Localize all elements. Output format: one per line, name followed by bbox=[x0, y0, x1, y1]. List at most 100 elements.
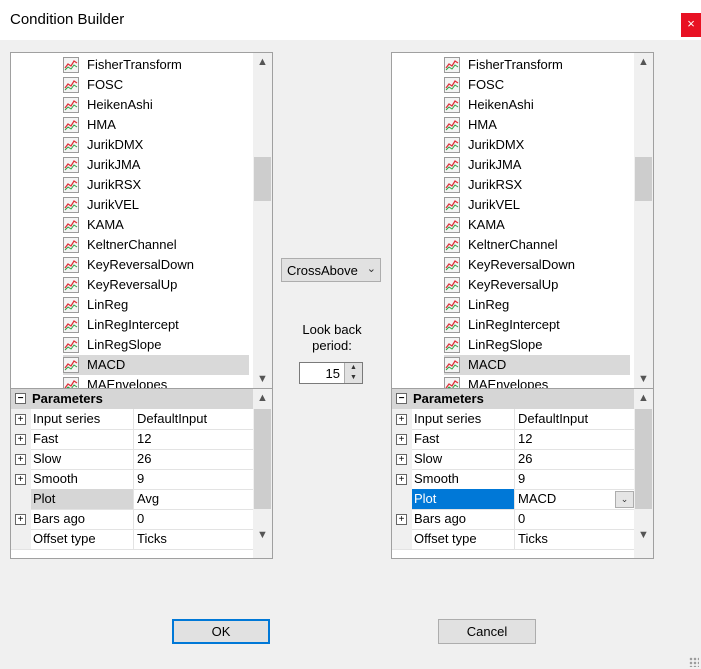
parameters-category-header[interactable]: − Parameters bbox=[11, 389, 253, 409]
parameter-value[interactable]: DefaultInput bbox=[516, 409, 636, 429]
right-indicator-item[interactable]: FisherTransform bbox=[444, 55, 630, 75]
parameter-row[interactable]: + Bars ago 0 bbox=[11, 509, 253, 530]
right-indicator-item[interactable]: KeyReversalUp bbox=[444, 275, 630, 295]
scroll-up-arrow-icon[interactable]: ▲ bbox=[253, 53, 272, 71]
right-grid-scrollbar[interactable]: ▲ ▼ bbox=[634, 389, 653, 558]
right-indicator-list[interactable]: FisherTransform FOSC HeikenAshi HMA JurikDMX… bbox=[391, 52, 654, 389]
expand-plus-icon[interactable]: + bbox=[396, 514, 407, 525]
parameter-value[interactable]: 0 bbox=[516, 509, 636, 529]
parameter-row[interactable]: + Input series DefaultInput bbox=[11, 409, 253, 430]
expand-plus-icon[interactable]: + bbox=[396, 474, 407, 485]
right-indicator-item[interactable]: JurikRSX bbox=[444, 175, 630, 195]
expand-plus-icon[interactable]: + bbox=[396, 414, 407, 425]
left-indicator-item[interactable]: LinRegIntercept bbox=[63, 315, 249, 335]
left-indicator-item[interactable]: KeyReversalUp bbox=[63, 275, 249, 295]
left-indicator-item[interactable]: KeyReversalDown bbox=[63, 255, 249, 275]
scroll-thumb[interactable] bbox=[254, 157, 271, 201]
parameter-row[interactable]: Offset type Ticks bbox=[11, 529, 253, 550]
parameter-row[interactable]: + Smooth 9 bbox=[11, 469, 253, 490]
left-indicator-item[interactable]: HMA bbox=[63, 115, 249, 135]
scroll-thumb[interactable] bbox=[254, 409, 271, 509]
scroll-down-arrow-icon[interactable]: ▼ bbox=[253, 526, 272, 544]
right-indicator-item[interactable]: HeikenAshi bbox=[444, 95, 630, 115]
parameter-value[interactable]: Ticks bbox=[516, 529, 636, 549]
scroll-thumb[interactable] bbox=[635, 409, 652, 509]
left-indicator-item[interactable]: LinReg bbox=[63, 295, 249, 315]
parameter-value[interactable]: 26 bbox=[135, 449, 255, 469]
right-indicator-item[interactable]: JurikDMX bbox=[444, 135, 630, 155]
expand-plus-icon[interactable]: + bbox=[15, 414, 26, 425]
right-indicator-item[interactable]: MACD bbox=[444, 355, 630, 375]
expand-plus-icon[interactable]: + bbox=[15, 454, 26, 465]
right-indicator-item[interactable]: KeyReversalDown bbox=[444, 255, 630, 275]
right-indicator-item[interactable]: MAEnvelopes bbox=[444, 375, 630, 388]
scroll-down-arrow-icon[interactable]: ▼ bbox=[634, 526, 653, 544]
condition-operator-dropdown[interactable]: CrossAbove ⌄ bbox=[281, 258, 381, 282]
parameter-row[interactable]: + Bars ago 0 bbox=[392, 509, 634, 530]
expand-plus-icon[interactable]: + bbox=[396, 454, 407, 465]
scroll-up-arrow-icon[interactable]: ▲ bbox=[634, 389, 653, 407]
resize-grip-icon[interactable] bbox=[689, 657, 699, 667]
expand-plus-icon[interactable]: + bbox=[15, 514, 26, 525]
expand-plus-icon[interactable]: + bbox=[15, 474, 26, 485]
parameter-row[interactable]: Plot Avg bbox=[11, 489, 253, 510]
right-indicator-item[interactable]: KeltnerChannel bbox=[444, 235, 630, 255]
parameter-value[interactable]: DefaultInput bbox=[135, 409, 255, 429]
parameter-row[interactable]: + Input series DefaultInput bbox=[392, 409, 634, 430]
scroll-down-arrow-icon[interactable]: ▼ bbox=[253, 370, 272, 388]
parameter-value[interactable]: 9 bbox=[516, 469, 636, 489]
right-indicator-item[interactable]: LinRegIntercept bbox=[444, 315, 630, 335]
scroll-down-arrow-icon[interactable]: ▼ bbox=[634, 370, 653, 388]
right-indicator-item[interactable]: KAMA bbox=[444, 215, 630, 235]
parameter-row[interactable]: + Slow 26 bbox=[392, 449, 634, 470]
left-indicator-item[interactable]: JurikDMX bbox=[63, 135, 249, 155]
left-indicator-item[interactable]: MAEnvelopes bbox=[63, 375, 249, 388]
spin-down-icon[interactable]: ▼ bbox=[344, 373, 362, 383]
collapse-minus-icon[interactable]: − bbox=[15, 393, 26, 404]
left-indicator-item[interactable]: JurikRSX bbox=[63, 175, 249, 195]
cancel-button[interactable]: Cancel bbox=[438, 619, 536, 644]
lookback-period-stepper[interactable]: 15 ▲ ▼ bbox=[299, 362, 363, 384]
left-grid-scrollbar[interactable]: ▲ ▼ bbox=[253, 389, 272, 558]
parameter-value[interactable]: MACD ⌄ bbox=[516, 489, 636, 509]
parameter-value[interactable]: Avg bbox=[135, 489, 255, 509]
parameter-value[interactable]: 12 bbox=[516, 429, 636, 449]
scroll-up-arrow-icon[interactable]: ▲ bbox=[253, 389, 272, 407]
ok-button[interactable]: OK bbox=[172, 619, 270, 644]
left-indicator-item[interactable]: HeikenAshi bbox=[63, 95, 249, 115]
left-indicator-item[interactable]: FisherTransform bbox=[63, 55, 249, 75]
parameters-category-header[interactable]: − Parameters bbox=[392, 389, 634, 409]
left-parameters-grid[interactable]: − Parameters + Input series DefaultInput + F… bbox=[10, 388, 273, 559]
left-indicator-item[interactable]: KeltnerChannel bbox=[63, 235, 249, 255]
parameter-value[interactable]: 12 bbox=[135, 429, 255, 449]
left-indicator-item[interactable]: LinRegSlope bbox=[63, 335, 249, 355]
right-indicator-item[interactable]: FOSC bbox=[444, 75, 630, 95]
collapse-minus-icon[interactable]: − bbox=[396, 393, 407, 404]
right-indicator-item[interactable]: JurikVEL bbox=[444, 195, 630, 215]
left-indicator-item[interactable]: MACD bbox=[63, 355, 249, 375]
right-indicator-item[interactable]: LinReg bbox=[444, 295, 630, 315]
left-list-scrollbar[interactable]: ▲ ▼ bbox=[253, 53, 272, 388]
left-indicator-item[interactable]: FOSC bbox=[63, 75, 249, 95]
expand-plus-icon[interactable]: + bbox=[396, 434, 407, 445]
parameter-row[interactable]: Plot MACD ⌄ bbox=[392, 489, 634, 510]
left-indicator-list[interactable]: FisherTransform FOSC HeikenAshi HMA JurikDMX… bbox=[10, 52, 273, 389]
close-button[interactable]: × bbox=[681, 13, 701, 37]
left-indicator-item[interactable]: JurikVEL bbox=[63, 195, 249, 215]
scroll-up-arrow-icon[interactable]: ▲ bbox=[634, 53, 653, 71]
parameter-value[interactable]: 0 bbox=[135, 509, 255, 529]
expand-plus-icon[interactable]: + bbox=[15, 434, 26, 445]
right-indicator-item[interactable]: HMA bbox=[444, 115, 630, 135]
left-indicator-item[interactable]: JurikJMA bbox=[63, 155, 249, 175]
parameter-row[interactable]: + Fast 12 bbox=[392, 429, 634, 450]
right-indicator-item[interactable]: JurikJMA bbox=[444, 155, 630, 175]
lookback-period-value[interactable]: 15 bbox=[326, 366, 340, 381]
right-list-scrollbar[interactable]: ▲ ▼ bbox=[634, 53, 653, 388]
parameter-row[interactable]: Offset type Ticks bbox=[392, 529, 634, 550]
right-indicator-item[interactable]: LinRegSlope bbox=[444, 335, 630, 355]
parameter-value[interactable]: 9 bbox=[135, 469, 255, 489]
left-indicator-item[interactable]: KAMA bbox=[63, 215, 249, 235]
parameter-value[interactable]: Ticks bbox=[135, 529, 255, 549]
parameter-value[interactable]: 26 bbox=[516, 449, 636, 469]
parameter-row[interactable]: + Fast 12 bbox=[11, 429, 253, 450]
